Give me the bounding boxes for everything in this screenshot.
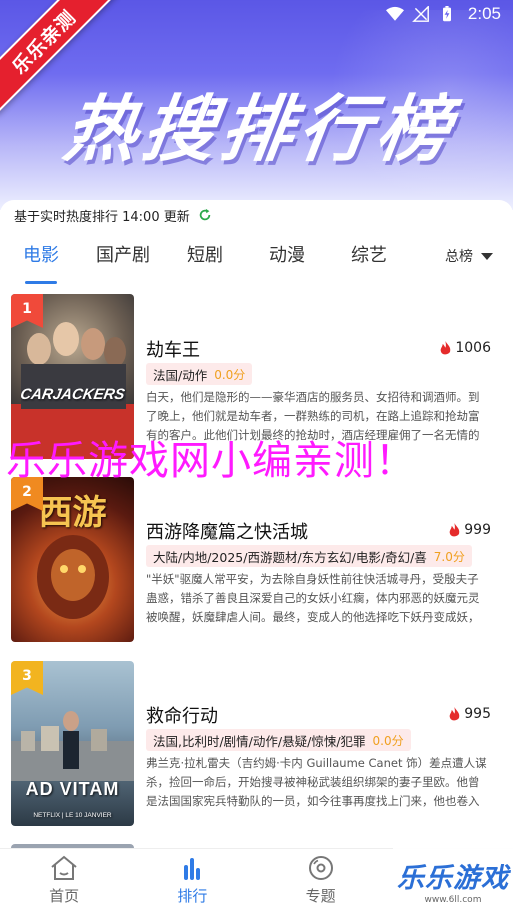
movie-title: 劫车王 bbox=[146, 340, 200, 361]
hot-count: 999 bbox=[448, 522, 491, 538]
signal-icon bbox=[411, 6, 429, 22]
hot-value: 999 bbox=[464, 522, 491, 538]
flame-icon bbox=[441, 340, 451, 354]
hot-value: 1006 bbox=[455, 340, 491, 356]
tab-anime[interactable]: 动漫 bbox=[246, 236, 328, 286]
movie-title: 西游降魔篇之快活城 bbox=[146, 522, 308, 543]
tags-text: 大陆/内地/2025/西游题材/东方玄幻/电影/奇幻/喜 bbox=[153, 549, 427, 565]
poster-image: CARJACKERS 1 bbox=[11, 294, 134, 459]
movie-description: 白天，他们是隐形的——豪华酒店的服务员、女招待和调酒师。到了晚上，他们就是劫车者… bbox=[146, 390, 480, 442]
update-info: 基于实时热度排行 14:00 更新 bbox=[0, 200, 513, 230]
category-tabs: 电影 国产剧 短剧 动漫 综艺 bbox=[0, 236, 513, 286]
logo-url: www.6ll.com bbox=[424, 894, 482, 905]
header-banner: 2:05 乐乐亲测 热搜排行榜 bbox=[0, 0, 513, 210]
tab-short-drama[interactable]: 短剧 bbox=[164, 236, 246, 286]
nav-home-label: 首页 bbox=[49, 887, 80, 905]
page-title: 热搜排行榜 bbox=[59, 87, 461, 171]
clock: 2:05 bbox=[467, 4, 501, 23]
tags-badge: 大陆/内地/2025/西游题材/东方玄幻/电影/奇幻/喜 7.0分 bbox=[146, 545, 472, 567]
flame-icon bbox=[449, 706, 460, 720]
refresh-icon[interactable] bbox=[198, 208, 212, 222]
list-item[interactable]: CARJACKERS 1 劫车王 1006 法国/动作 0.0分 白天，他们是隐… bbox=[0, 294, 513, 464]
battery-charging-icon bbox=[442, 6, 451, 22]
tags-badge: 法国/动作 0.0分 bbox=[146, 363, 253, 385]
tab-domestic-drama[interactable]: 国产剧 bbox=[82, 236, 164, 286]
tab-variety[interactable]: 综艺 bbox=[328, 236, 410, 286]
nav-home[interactable]: 首页 bbox=[0, 849, 128, 912]
poster-image: AD VITAM NETFLIX | LE 10 JANVIER 3 bbox=[11, 661, 134, 826]
hot-count: 995 bbox=[448, 706, 491, 722]
movie-description: 弗兰克·拉札雷夫（吉约姆·卡内 Guillaume Canet 饰）差点遭人谋杀… bbox=[146, 756, 487, 808]
poster-title: CARJACKERS bbox=[18, 386, 127, 403]
home-icon bbox=[51, 855, 77, 880]
score-text: 0.0分 bbox=[214, 367, 246, 382]
list-item[interactable]: 西游 2 西游降魔篇之快活城 999 大陆/内地/2025/西游题材/东方玄幻/… bbox=[0, 477, 513, 647]
hot-value: 995 bbox=[464, 706, 491, 722]
nav-ranking[interactable]: 排行 bbox=[128, 849, 256, 912]
sort-label: 总榜 bbox=[445, 249, 473, 265]
tab-movie[interactable]: 电影 bbox=[0, 236, 82, 286]
poster-caption: NETFLIX | LE 10 JANVIER bbox=[33, 812, 112, 819]
list-item[interactable]: AD VITAM NETFLIX | LE 10 JANVIER 3 救命行动 … bbox=[0, 661, 513, 831]
ranking-icon bbox=[184, 858, 201, 880]
chevron-down-icon bbox=[481, 252, 493, 260]
disc-icon bbox=[308, 856, 333, 880]
hot-count: 1006 bbox=[439, 340, 491, 356]
wifi-icon bbox=[385, 6, 404, 21]
sort-dropdown[interactable]: 总榜 bbox=[445, 236, 493, 276]
score-text: 7.0分 bbox=[433, 549, 465, 564]
score-text: 0.0分 bbox=[372, 733, 404, 748]
nav-topics-label: 专题 bbox=[305, 887, 336, 905]
logo-text: 乐乐游戏 bbox=[397, 862, 509, 894]
nav-ranking-label: 排行 bbox=[177, 887, 208, 905]
tags-text: 法国,比利时/剧情/动作/悬疑/惊悚/犯罪 bbox=[153, 733, 366, 749]
movie-description: "半妖"驱魔人常平安，为去除自身妖性前往快活城寻丹，受殷夫子蛊惑，错杀了善良且深… bbox=[146, 572, 480, 624]
poster-title: AD VITAM bbox=[25, 779, 120, 799]
update-text: 基于实时热度排行 14:00 更新 bbox=[14, 209, 190, 225]
tags-badge: 法国,比利时/剧情/动作/悬疑/惊悚/犯罪 0.0分 bbox=[146, 729, 411, 751]
movie-title: 救命行动 bbox=[146, 706, 218, 727]
flame-icon bbox=[449, 522, 460, 536]
tags-text: 法国/动作 bbox=[153, 367, 208, 383]
poster-image: 西游 2 bbox=[11, 477, 134, 642]
nav-topics[interactable]: 专题 bbox=[257, 849, 385, 912]
site-logo: 乐乐游戏 www.6ll.com bbox=[393, 848, 513, 912]
